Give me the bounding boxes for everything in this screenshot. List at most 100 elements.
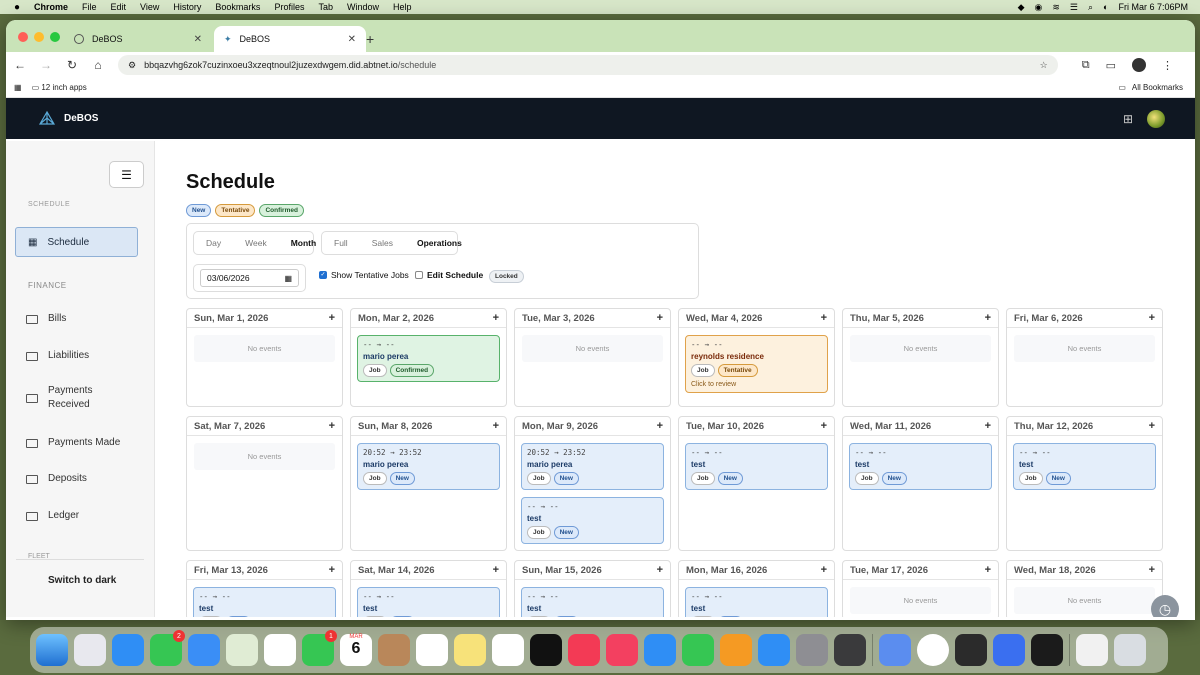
chrome-icon[interactable]: [917, 634, 949, 666]
document-file-icon[interactable]: [1076, 634, 1108, 666]
site-settings-icon[interactable]: ⚙: [128, 60, 136, 71]
add-event-button[interactable]: +: [985, 420, 991, 432]
sidebar-item-payments-received[interactable]: Payments Received: [26, 384, 146, 412]
browser-tab-2-active[interactable]: ✦ DeBOS ✕: [214, 26, 366, 52]
add-event-button[interactable]: +: [985, 312, 991, 324]
event-card[interactable]: -- → -- reynolds residence Job Tentative Cli…: [685, 335, 828, 393]
event-card[interactable]: -- → -- test JobNew: [849, 443, 992, 490]
calendar-day-cell[interactable]: Tue, Mar 17, 2026 + No events: [842, 560, 999, 617]
calendar-day-cell[interactable]: Sun, Mar 15, 2026 + -- → -- test JobNew: [514, 560, 671, 617]
app-store-icon[interactable]: [758, 634, 790, 666]
messages-icon[interactable]: 2: [150, 630, 185, 666]
apps-grid-icon[interactable]: ▦: [14, 83, 22, 92]
apps-grid-icon[interactable]: ⊞: [1123, 112, 1133, 126]
calendar-day-cell[interactable]: Thu, Mar 5, 2026 + No events: [842, 308, 999, 407]
vpn-app-icon[interactable]: [879, 634, 911, 666]
menu-edit[interactable]: Edit: [111, 2, 127, 12]
event-card[interactable]: -- → -- test JobNew: [685, 443, 828, 490]
date-input[interactable]: 03/06/2026 ▦: [200, 269, 299, 287]
event-card[interactable]: -- → -- test JobNew: [357, 587, 500, 617]
reload-icon[interactable]: ↻: [66, 58, 78, 72]
zoom-window-button[interactable]: [50, 32, 60, 42]
calendar-day-cell[interactable]: Wed, Mar 18, 2026 + No events: [1006, 560, 1163, 617]
switch-to-dark-button[interactable]: Switch to dark: [48, 575, 116, 586]
add-event-button[interactable]: +: [985, 564, 991, 576]
hamburger-menu-button[interactable]: ☰: [109, 161, 144, 188]
tab-day[interactable]: Day: [194, 238, 233, 248]
sidebar-item-schedule[interactable]: ▦ Schedule: [15, 227, 138, 257]
numbers-icon[interactable]: [682, 634, 714, 666]
mail-icon[interactable]: [188, 634, 220, 666]
forward-arrow-icon[interactable]: →: [40, 58, 52, 72]
keynote-icon[interactable]: [644, 634, 676, 666]
calendar-day-cell[interactable]: Mon, Mar 2, 2026 + -- → -- mario perea Job Co…: [350, 308, 507, 407]
calendar-day-cell[interactable]: Sun, Mar 1, 2026 + No events: [186, 308, 343, 407]
user-avatar[interactable]: [1147, 109, 1165, 128]
music-icon[interactable]: [568, 634, 600, 666]
apple-menu-icon[interactable]: ●: [14, 2, 24, 13]
add-event-button[interactable]: +: [1149, 420, 1155, 432]
bookmark-star-icon[interactable]: ☆: [1040, 60, 1048, 71]
add-event-button[interactable]: +: [821, 312, 827, 324]
status-shield-icon[interactable]: ◆: [1018, 2, 1025, 13]
calendar-day-cell[interactable]: Fri, Mar 6, 2026 + No events: [1006, 308, 1163, 407]
system-settings-icon[interactable]: [796, 634, 828, 666]
kebab-menu-icon[interactable]: ⋮: [1162, 59, 1173, 72]
event-card[interactable]: -- → -- mario perea Job Confirmed: [357, 335, 500, 382]
add-event-button[interactable]: +: [821, 420, 827, 432]
photos-icon[interactable]: [264, 634, 296, 666]
search-icon[interactable]: ⌕: [1088, 2, 1093, 13]
edit-schedule-checkbox[interactable]: [415, 271, 423, 279]
add-event-button[interactable]: +: [493, 420, 499, 432]
browser-tab-1[interactable]: DeBOS ✕: [64, 26, 212, 52]
status-circle-icon[interactable]: ◉: [1035, 2, 1043, 13]
event-card[interactable]: 20:52 → 23:52 mario perea Job New: [521, 443, 664, 490]
close-tab-icon[interactable]: ✕: [348, 34, 356, 45]
tab-operations[interactable]: Operations: [405, 238, 474, 248]
all-bookmarks[interactable]: ▭ All Bookmarks: [1118, 83, 1183, 92]
news-icon[interactable]: [606, 634, 638, 666]
sidebar-item-payments-made[interactable]: Payments Made: [26, 436, 146, 450]
menu-window[interactable]: Window: [347, 2, 379, 12]
add-event-button[interactable]: +: [1149, 564, 1155, 576]
event-card[interactable]: -- → -- test JobNew: [521, 497, 664, 544]
safari-icon[interactable]: [112, 634, 144, 666]
pages-icon[interactable]: [720, 634, 752, 666]
calendar-day-cell[interactable]: Mon, Mar 16, 2026 + -- → -- test JobNew: [678, 560, 835, 617]
profile-avatar[interactable]: [1132, 58, 1146, 72]
freeform-icon[interactable]: [492, 634, 524, 666]
menu-tab[interactable]: Tab: [318, 2, 333, 12]
calendar-day-cell[interactable]: Sat, Mar 14, 2026 + -- → -- test JobNew: [350, 560, 507, 617]
sidebar-item-bills[interactable]: Bills: [26, 312, 146, 326]
contacts-icon[interactable]: [378, 634, 410, 666]
add-event-button[interactable]: +: [329, 564, 335, 576]
calendar-day-cell[interactable]: Tue, Mar 3, 2026 + No events: [514, 308, 671, 407]
calendar-day-cell[interactable]: Wed, Mar 11, 2026 + -- → -- test Job New: [842, 416, 999, 551]
new-tab-button[interactable]: +: [366, 31, 374, 47]
menu-profiles[interactable]: Profiles: [274, 2, 304, 12]
siri-icon[interactable]: ◐: [1103, 2, 1108, 12]
calendar-day-cell[interactable]: Wed, Mar 4, 2026 + -- → -- reynolds residen…: [678, 308, 835, 407]
menu-history[interactable]: History: [173, 2, 201, 12]
add-event-button[interactable]: +: [493, 564, 499, 576]
click-to-review-link[interactable]: Click to review: [691, 381, 822, 388]
control-center-icon[interactable]: ☰: [1070, 2, 1078, 13]
menu-view[interactable]: View: [140, 2, 159, 12]
menu-app-name[interactable]: Chrome: [34, 2, 68, 12]
add-event-button[interactable]: +: [657, 564, 663, 576]
back-arrow-icon[interactable]: ←: [14, 58, 26, 72]
menu-bookmarks[interactable]: Bookmarks: [215, 2, 260, 12]
menubar-datetime[interactable]: Fri Mar 6 7:06PM: [1118, 2, 1188, 12]
notes-icon[interactable]: [454, 634, 486, 666]
calendar-day-cell[interactable]: Tue, Mar 10, 2026 + -- → -- test Job New: [678, 416, 835, 551]
wifi-icon[interactable]: ≋: [1052, 2, 1060, 13]
bookmark-folder[interactable]: ▭ 12 inch apps: [32, 83, 87, 92]
address-bar[interactable]: ⚙ bbqazvhg6zok7cuzinxoeu3xzeqtnoul2juzex…: [118, 55, 1058, 75]
close-window-button[interactable]: [18, 32, 28, 42]
calendar-day-cell[interactable]: Fri, Mar 13, 2026 + -- → -- test JobNew: [186, 560, 343, 617]
reminders-icon[interactable]: [416, 634, 448, 666]
minimize-window-button[interactable]: [34, 32, 44, 42]
maps-icon[interactable]: [226, 634, 258, 666]
cursor-app-icon[interactable]: [955, 634, 987, 666]
cast-icon[interactable]: ▭: [1106, 59, 1116, 72]
